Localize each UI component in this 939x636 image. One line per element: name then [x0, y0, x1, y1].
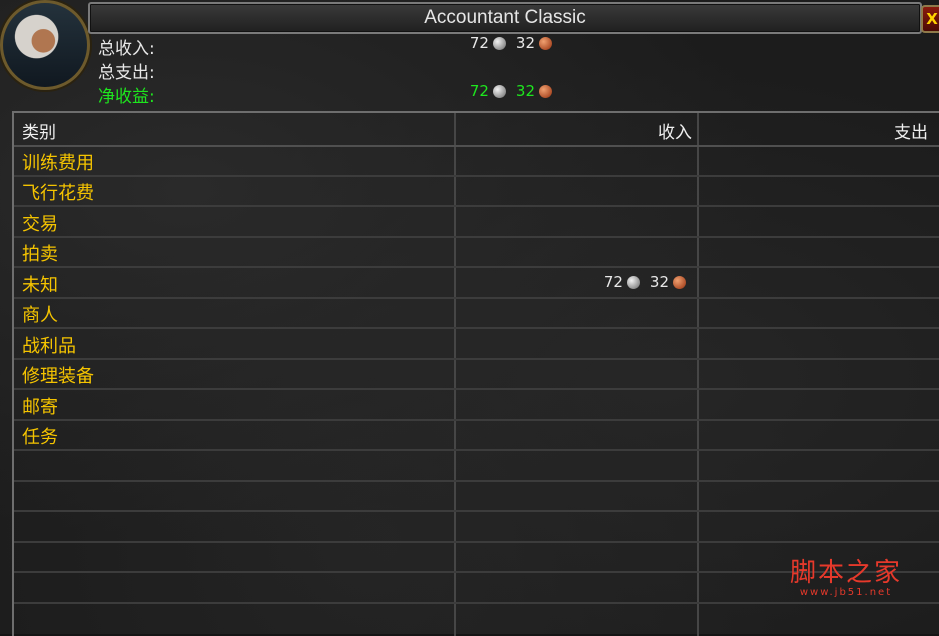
total-income-value: 72 32	[470, 34, 558, 52]
row-category: 未知	[22, 275, 58, 296]
row-category: 拍卖	[22, 244, 58, 265]
row-income: 72 32	[454, 273, 692, 291]
copper-coin-icon	[539, 36, 552, 50]
header-category[interactable]: 类别	[22, 118, 56, 143]
total-expense-row: 总支出:	[98, 58, 558, 83]
row-category: 任务	[22, 427, 58, 448]
table-header: 类别 收入 支出	[14, 113, 939, 147]
character-portrait-avatar	[0, 0, 90, 90]
table-row[interactable]: 邮寄	[14, 389, 939, 421]
empty-row	[14, 450, 939, 482]
row-income-copper: 32	[649, 273, 669, 291]
empty-row	[14, 480, 939, 512]
table-row[interactable]: 训练费用	[14, 145, 939, 177]
total-income-copper: 32	[515, 34, 535, 52]
summary-panel: 总收入: 72 32 总支出: 净收益: 72 32	[98, 34, 558, 107]
row-category: 邮寄	[22, 397, 58, 418]
row-category: 训练费用	[22, 153, 94, 174]
net-profit-copper: 32	[515, 82, 535, 100]
table-row[interactable]: 交易	[14, 206, 939, 238]
total-income-row: 总收入: 72 32	[98, 34, 558, 59]
total-income-silver: 72	[469, 34, 489, 52]
table-row[interactable]: 飞行花费	[14, 175, 939, 207]
silver-coin-icon	[492, 36, 506, 50]
net-profit-value: 72 32	[470, 82, 558, 100]
total-expense-label: 总支出:	[98, 63, 155, 83]
close-icon: X	[926, 10, 938, 28]
table-row[interactable]: 拍卖	[14, 236, 939, 268]
silver-coin-icon	[492, 84, 506, 98]
row-category: 修理装备	[22, 366, 94, 387]
silver-coin-icon	[626, 275, 640, 289]
empty-row	[14, 511, 939, 543]
copper-coin-icon	[673, 275, 686, 289]
total-income-label: 总收入:	[98, 39, 155, 59]
net-profit-row: 净收益: 72 32	[98, 82, 558, 107]
table-row[interactable]: 未知 72 32	[14, 267, 939, 299]
header-expense[interactable]: 支出	[698, 118, 928, 143]
row-category: 商人	[22, 305, 58, 326]
site-watermark: 脚本之家 www.jb51.net	[776, 552, 916, 598]
accountant-window: Accountant Classic X 总收入: 72 32 总支出: 净收益…	[0, 0, 939, 636]
header-income[interactable]: 收入	[454, 118, 692, 143]
table-row[interactable]: 商人	[14, 297, 939, 329]
table-row[interactable]: 任务	[14, 419, 939, 451]
watermark-main: 脚本之家	[789, 558, 902, 588]
row-category: 交易	[22, 214, 58, 235]
close-button[interactable]: X	[921, 5, 939, 33]
row-income-silver: 72	[603, 273, 623, 291]
row-category: 战利品	[22, 336, 76, 357]
table-row[interactable]: 修理装备	[14, 358, 939, 390]
net-profit-label: 净收益:	[98, 87, 155, 107]
window-title: Accountant Classic	[424, 7, 586, 28]
net-profit-silver: 72	[469, 82, 489, 100]
table-row[interactable]: 战利品	[14, 328, 939, 360]
copper-coin-icon	[539, 84, 552, 98]
row-category: 飞行花费	[22, 183, 94, 204]
title-bar[interactable]: Accountant Classic	[88, 2, 922, 34]
